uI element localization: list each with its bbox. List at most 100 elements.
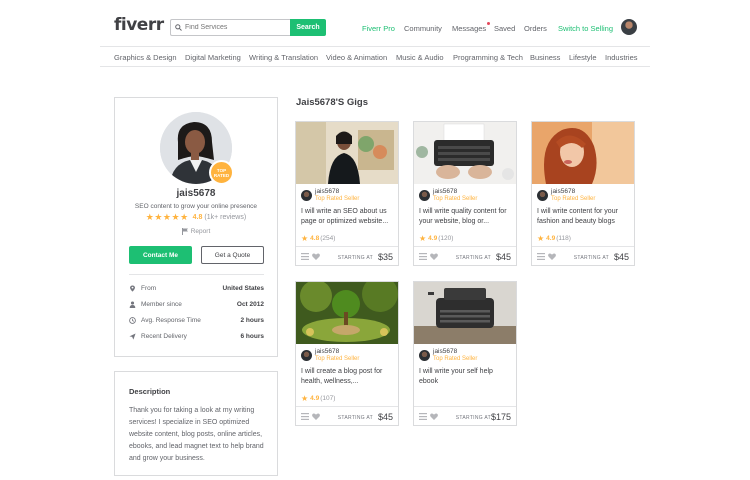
heart-icon[interactable] <box>430 253 438 260</box>
stat-value: Oct 2012 <box>236 301 264 308</box>
heart-icon[interactable] <box>548 253 556 260</box>
seller-name[interactable]: jais5678 <box>315 188 339 195</box>
seller-name[interactable]: jais5678 <box>433 188 457 195</box>
description-text: Thank you for taking a look at my writin… <box>129 407 264 462</box>
category-music-audio[interactable]: Music & Audio <box>396 53 444 62</box>
nav-messages-label: Messages <box>452 24 487 33</box>
menu-icon[interactable] <box>419 253 427 260</box>
gig-card[interactable]: jais5678 Top Rated Seller I will write c… <box>531 121 635 266</box>
gig-footer: STARTING AT $45 <box>296 406 398 425</box>
nav-switch-to-selling[interactable]: Switch to Selling <box>558 24 613 33</box>
gig-title[interactable]: I will write an SEO about us page or opt… <box>301 207 395 227</box>
seller-name[interactable]: jais5678 <box>433 348 457 355</box>
seller-level: Top Rated Seller <box>315 196 360 202</box>
seller-avatar[interactable] <box>419 350 430 361</box>
report-label: Report <box>190 228 211 235</box>
gig-card[interactable]: jais5678 Top Rated Seller I will write a… <box>295 121 399 266</box>
gig-title[interactable]: I will write quality content for your we… <box>419 207 513 227</box>
gig-title[interactable]: I will create a blog post for health, we… <box>301 367 395 387</box>
user-avatar[interactable] <box>621 19 637 35</box>
heart-icon[interactable] <box>312 413 320 420</box>
description-card: Description Thank you for taking a look … <box>114 371 278 476</box>
stat-recent-delivery: Recent Delivery 6 hours <box>129 332 264 342</box>
seller-avatar[interactable] <box>301 350 312 361</box>
gig-thumbnail[interactable] <box>296 282 398 344</box>
seller-profile-card: TOP RATED jais5678 SEO content to grow y… <box>114 97 278 357</box>
gig-price: $35 <box>377 252 393 262</box>
stat-from: From United States <box>129 284 264 294</box>
seller-avatar[interactable] <box>301 190 312 201</box>
gig-card[interactable]: jais5678 Top Rated Seller I will create … <box>295 281 399 426</box>
top-rated-badge: TOP RATED <box>209 160 234 185</box>
heart-icon[interactable] <box>312 253 320 260</box>
star-icon: ★ <box>419 234 427 243</box>
fiverr-logo[interactable]: fiverr <box>114 15 164 35</box>
search-button[interactable]: Search <box>290 19 326 36</box>
category-digital-marketing[interactable]: Digital Marketing <box>185 53 241 62</box>
category-programming-tech[interactable]: Programming & Tech <box>453 53 523 62</box>
nav-community[interactable]: Community <box>404 24 442 33</box>
gig-card[interactable]: jais5678 Top Rated Seller I will write y… <box>413 281 517 426</box>
category-video-animation[interactable]: Video & Animation <box>326 53 387 62</box>
starting-at-label: STARTING AT <box>337 255 373 261</box>
gig-rating-count: (118) <box>556 235 571 242</box>
nav-fiverr-pro[interactable]: Fiverr Pro <box>362 24 395 33</box>
menu-icon[interactable] <box>537 253 545 260</box>
menu-icon[interactable] <box>419 413 427 420</box>
gig-footer: STARTING AT $45 <box>532 246 634 265</box>
gig-rating-value: 4.9 <box>546 235 556 242</box>
seller-avatar[interactable] <box>419 190 430 201</box>
search-icon <box>175 24 182 31</box>
gig-card[interactable]: jais5678 Top Rated Seller I will write q… <box>413 121 517 266</box>
gig-footer: STARTING AT $45 <box>414 246 516 265</box>
gig-thumbnail[interactable] <box>296 122 398 184</box>
seller-name[interactable]: jais5678 <box>551 188 575 195</box>
gigs-section-title: Jais5678'S Gigs <box>296 97 368 108</box>
gig-title[interactable]: I will write content for your fashion an… <box>537 207 631 227</box>
gig-rating: ★ 4.8 (254) <box>301 234 335 243</box>
location-pin-icon <box>130 285 135 292</box>
review-count: (1k+ reviews) <box>204 214 247 221</box>
heart-icon[interactable] <box>430 413 438 420</box>
send-icon <box>129 333 136 340</box>
gig-rating-value: 4.9 <box>428 235 438 242</box>
category-industries[interactable]: Industries <box>605 53 638 62</box>
gig-seller: jais5678 Top Rated Seller <box>301 188 396 204</box>
category-lifestyle[interactable]: Lifestyle <box>569 53 597 62</box>
category-writing-translation[interactable]: Writing & Translation <box>249 53 318 62</box>
gig-thumbnail[interactable] <box>414 282 516 344</box>
contact-me-button[interactable]: Contact Me <box>129 246 192 264</box>
category-graphics-design[interactable]: Graphics & Design <box>114 53 177 62</box>
get-a-quote-button[interactable]: Get a Quote <box>201 246 264 264</box>
user-icon <box>129 301 136 308</box>
search-input[interactable] <box>185 24 290 31</box>
category-business[interactable]: Business <box>530 53 560 62</box>
gig-title[interactable]: I will write your self help ebook <box>419 367 513 387</box>
nav-saved[interactable]: Saved <box>494 24 515 33</box>
gig-seller: jais5678 Top Rated Seller <box>419 188 514 204</box>
flag-icon <box>181 228 188 235</box>
search-box <box>170 19 290 36</box>
gig-thumbnail[interactable] <box>414 122 516 184</box>
stat-value: United States <box>222 285 264 292</box>
seller-avatar[interactable] <box>537 190 548 201</box>
stat-value: 2 hours <box>240 317 264 324</box>
seller-level: Top Rated Seller <box>433 196 478 202</box>
gig-rating-count: (107) <box>320 395 336 402</box>
gig-seller: jais5678 Top Rated Seller <box>301 348 396 364</box>
rating-value: 4.8 <box>192 214 203 221</box>
star-icon: ★ <box>301 394 309 403</box>
seller-level: Top Rated Seller <box>551 196 596 202</box>
gig-thumbnail[interactable] <box>532 122 634 184</box>
nav-orders[interactable]: Orders <box>524 24 547 33</box>
stat-label: Avg. Response Time <box>141 317 201 324</box>
menu-icon[interactable] <box>301 413 309 420</box>
report-link[interactable]: Report <box>115 228 277 235</box>
nav-messages[interactable]: Messages <box>452 22 491 33</box>
menu-icon[interactable] <box>301 253 309 260</box>
gig-footer: STARTING AT $35 <box>296 246 398 265</box>
starting-at-label: STARTING AT <box>455 415 491 421</box>
gig-rating-value: 4.8 <box>310 235 320 242</box>
search-bar: Search <box>170 19 326 36</box>
seller-name[interactable]: jais5678 <box>315 348 339 355</box>
